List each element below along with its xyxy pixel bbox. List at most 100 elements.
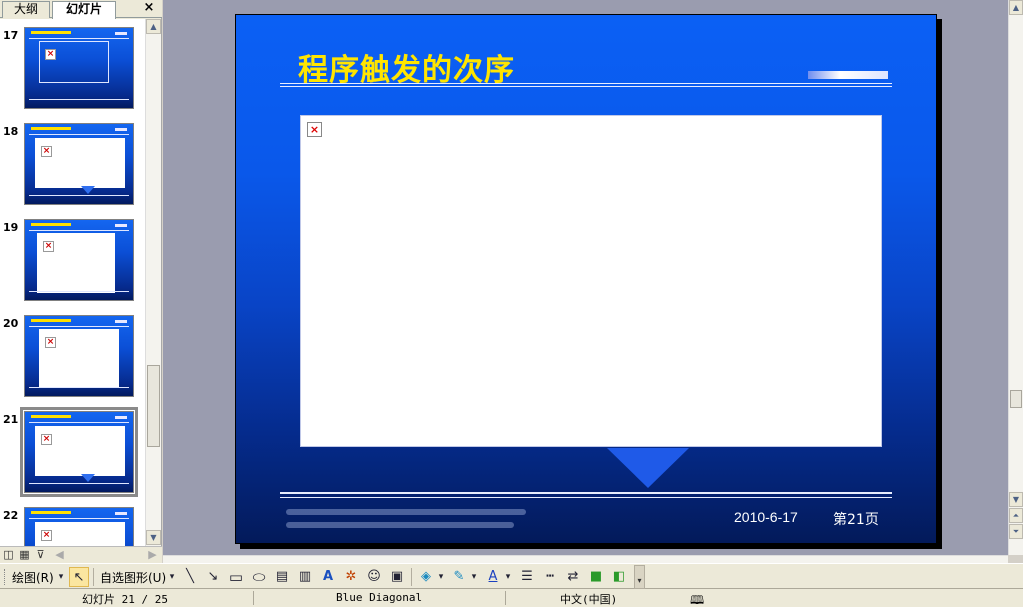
slide-editing-area: 程序触发的次序 × 2010-6-17 第21页	[163, 0, 1008, 555]
thumb-title-bar	[31, 415, 71, 418]
main-vertical-scrollbar[interactable]: ▲ ▼ ⏶ ⏷	[1008, 0, 1023, 555]
slide-thumbnail[interactable]: ×	[24, 27, 134, 109]
toolbar-grip[interactable]	[4, 569, 7, 585]
blurred-footer-text	[286, 503, 526, 533]
thumbnail-list: 17 × 18 × 19 × 20 × 21 × 22 ×	[0, 19, 145, 546]
line-style-icon[interactable]: ☰	[517, 567, 537, 587]
draw-dropdown-icon[interactable]: ▾	[55, 567, 67, 587]
footer-line	[280, 497, 892, 498]
main-horizontal-scrollbar[interactable]	[163, 555, 1008, 563]
thumbnail-scrollbar[interactable]: ▲ ▼	[145, 19, 161, 546]
thumb-title-bar	[31, 223, 71, 226]
scrollbar-thumb[interactable]	[147, 365, 160, 447]
scroll-down-icon[interactable]: ▼	[146, 530, 161, 545]
slideshow-icon[interactable]: ⊽	[33, 548, 48, 562]
slide-panel: 大纲 幻灯片 × 17 × 18 × 19 × 20 × 21 × 22 × ▲…	[0, 0, 162, 563]
thumb-line	[29, 422, 129, 423]
thumb-line	[29, 518, 129, 519]
fill-color-icon[interactable]: ◈	[416, 567, 436, 587]
oval-tool-icon[interactable]: ⬭	[249, 567, 269, 587]
slide-thumbnail[interactable]: ×	[24, 123, 134, 205]
diagram-icon[interactable]: ✲	[341, 567, 361, 587]
3d-style-icon[interactable]: ◧	[609, 567, 629, 587]
toolbar-options-icon[interactable]: ▾	[634, 565, 645, 589]
autoshape-button[interactable]: 自选图形(U)	[100, 569, 166, 586]
select-pointer-icon[interactable]: ↖	[69, 567, 89, 587]
scrollbar-thumb[interactable]	[1010, 390, 1022, 408]
view-buttons: ◫ ▦ ⊽ ◀ ▶	[0, 546, 162, 563]
thumbnail-number: 19	[3, 221, 19, 234]
slide-date: 2010-6-17	[734, 509, 798, 525]
broken-image-icon: ×	[45, 49, 56, 60]
tab-outline[interactable]: 大纲	[2, 1, 50, 18]
spelling-check-icon[interactable]: 🕮	[690, 591, 704, 607]
thumb-content-box	[39, 41, 109, 83]
thumbnail-row[interactable]: 21 ×	[0, 407, 145, 497]
vertical-textbox-icon[interactable]: ▥	[295, 567, 315, 587]
line-color-icon[interactable]: ✎	[449, 567, 469, 587]
thumb-footer-line	[29, 291, 129, 292]
close-panel-icon[interactable]: ×	[142, 1, 156, 15]
clipart-icon[interactable]: ☺	[364, 567, 384, 587]
scroll-up-icon[interactable]: ▲	[1009, 0, 1023, 15]
slide-thumbnail-selected[interactable]: ×	[20, 407, 138, 497]
current-slide[interactable]: 程序触发的次序 × 2010-6-17 第21页	[235, 14, 937, 544]
wordart-icon[interactable]: A	[318, 567, 338, 587]
thumb-footer-line	[29, 483, 129, 484]
thumb-triangle	[81, 474, 95, 482]
thumbnail-number: 21	[3, 413, 19, 426]
fill-color-dropdown-icon[interactable]: ▾	[436, 567, 446, 587]
thumbnail-row[interactable]: 22 ×	[0, 507, 145, 546]
thumb-title-bar	[31, 319, 71, 322]
content-placeholder[interactable]: ×	[300, 115, 882, 447]
broken-image-icon: ×	[45, 337, 56, 348]
arrow-style-icon[interactable]: ⇄	[563, 567, 583, 587]
slide-thumbnail[interactable]: ×	[24, 315, 134, 397]
broken-image-icon: ×	[41, 146, 52, 157]
shadow-style-icon[interactable]: ■	[586, 567, 606, 587]
scroll-up-icon[interactable]: ▲	[146, 19, 161, 34]
rectangle-tool-icon[interactable]: ▭	[226, 567, 246, 587]
slide-triangle-decoration	[607, 448, 689, 488]
font-color-dropdown-icon[interactable]: ▾	[503, 567, 513, 587]
thumbnail-number: 22	[3, 509, 19, 522]
thumb-tag	[115, 320, 127, 323]
arrow-tool-icon[interactable]: ↘	[203, 567, 223, 587]
thumb-tag	[115, 32, 127, 35]
insert-picture-icon[interactable]: ▣	[387, 567, 407, 587]
thumbnail-number: 18	[3, 125, 19, 138]
status-bar: 幻灯片 21 / 25 Blue Diagonal 中文(中国) 🕮	[0, 589, 1023, 607]
thumb-title-bar	[31, 31, 71, 34]
thumbnail-number: 20	[3, 317, 19, 330]
thumbnail-row[interactable]: 20 ×	[0, 315, 145, 401]
next-slide-icon[interactable]: ⏷	[1009, 524, 1023, 539]
line-color-dropdown-icon[interactable]: ▾	[469, 567, 479, 587]
slide-sorter-icon[interactable]: ▦	[17, 548, 32, 562]
thumbnail-row[interactable]: 19 ×	[0, 219, 145, 305]
line-tool-icon[interactable]: ╲	[180, 567, 200, 587]
drawing-toolbar: 绘图(R) ▾ ↖ 自选图形(U) ▾ ╲ ↘ ▭ ⬭ ▤ ▥ A ✲ ☺ ▣ …	[0, 563, 1023, 589]
font-color-icon[interactable]: A	[483, 567, 503, 587]
dash-style-icon[interactable]: ┅	[540, 567, 560, 587]
thumbnail-row[interactable]: 18 ×	[0, 123, 145, 209]
thumb-line	[29, 326, 129, 327]
textbox-tool-icon[interactable]: ▤	[272, 567, 292, 587]
broken-image-icon: ×	[41, 434, 52, 445]
thumb-title-bar	[31, 127, 71, 130]
thumbnail-number: 17	[3, 29, 19, 42]
autoshape-dropdown-icon[interactable]: ▾	[166, 567, 178, 587]
scroll-left-icon[interactable]: ◀	[52, 548, 67, 562]
previous-slide-icon[interactable]: ⏶	[1009, 508, 1023, 523]
scroll-down-icon[interactable]: ▼	[1009, 492, 1023, 507]
tab-slides[interactable]: 幻灯片	[52, 1, 116, 19]
footer-line	[280, 492, 892, 494]
scroll-right-icon[interactable]: ▶	[145, 548, 160, 562]
normal-view-icon[interactable]: ◫	[1, 548, 16, 562]
thumb-triangle	[81, 186, 95, 194]
slide-thumbnail[interactable]: ×	[24, 219, 134, 301]
slide-thumbnail[interactable]: ×	[24, 507, 134, 546]
thumbnail-row[interactable]: 17 ×	[0, 27, 145, 113]
thumb-tag	[115, 224, 127, 227]
title-underline	[280, 83, 892, 84]
draw-menu-button[interactable]: 绘图(R)	[12, 569, 54, 586]
